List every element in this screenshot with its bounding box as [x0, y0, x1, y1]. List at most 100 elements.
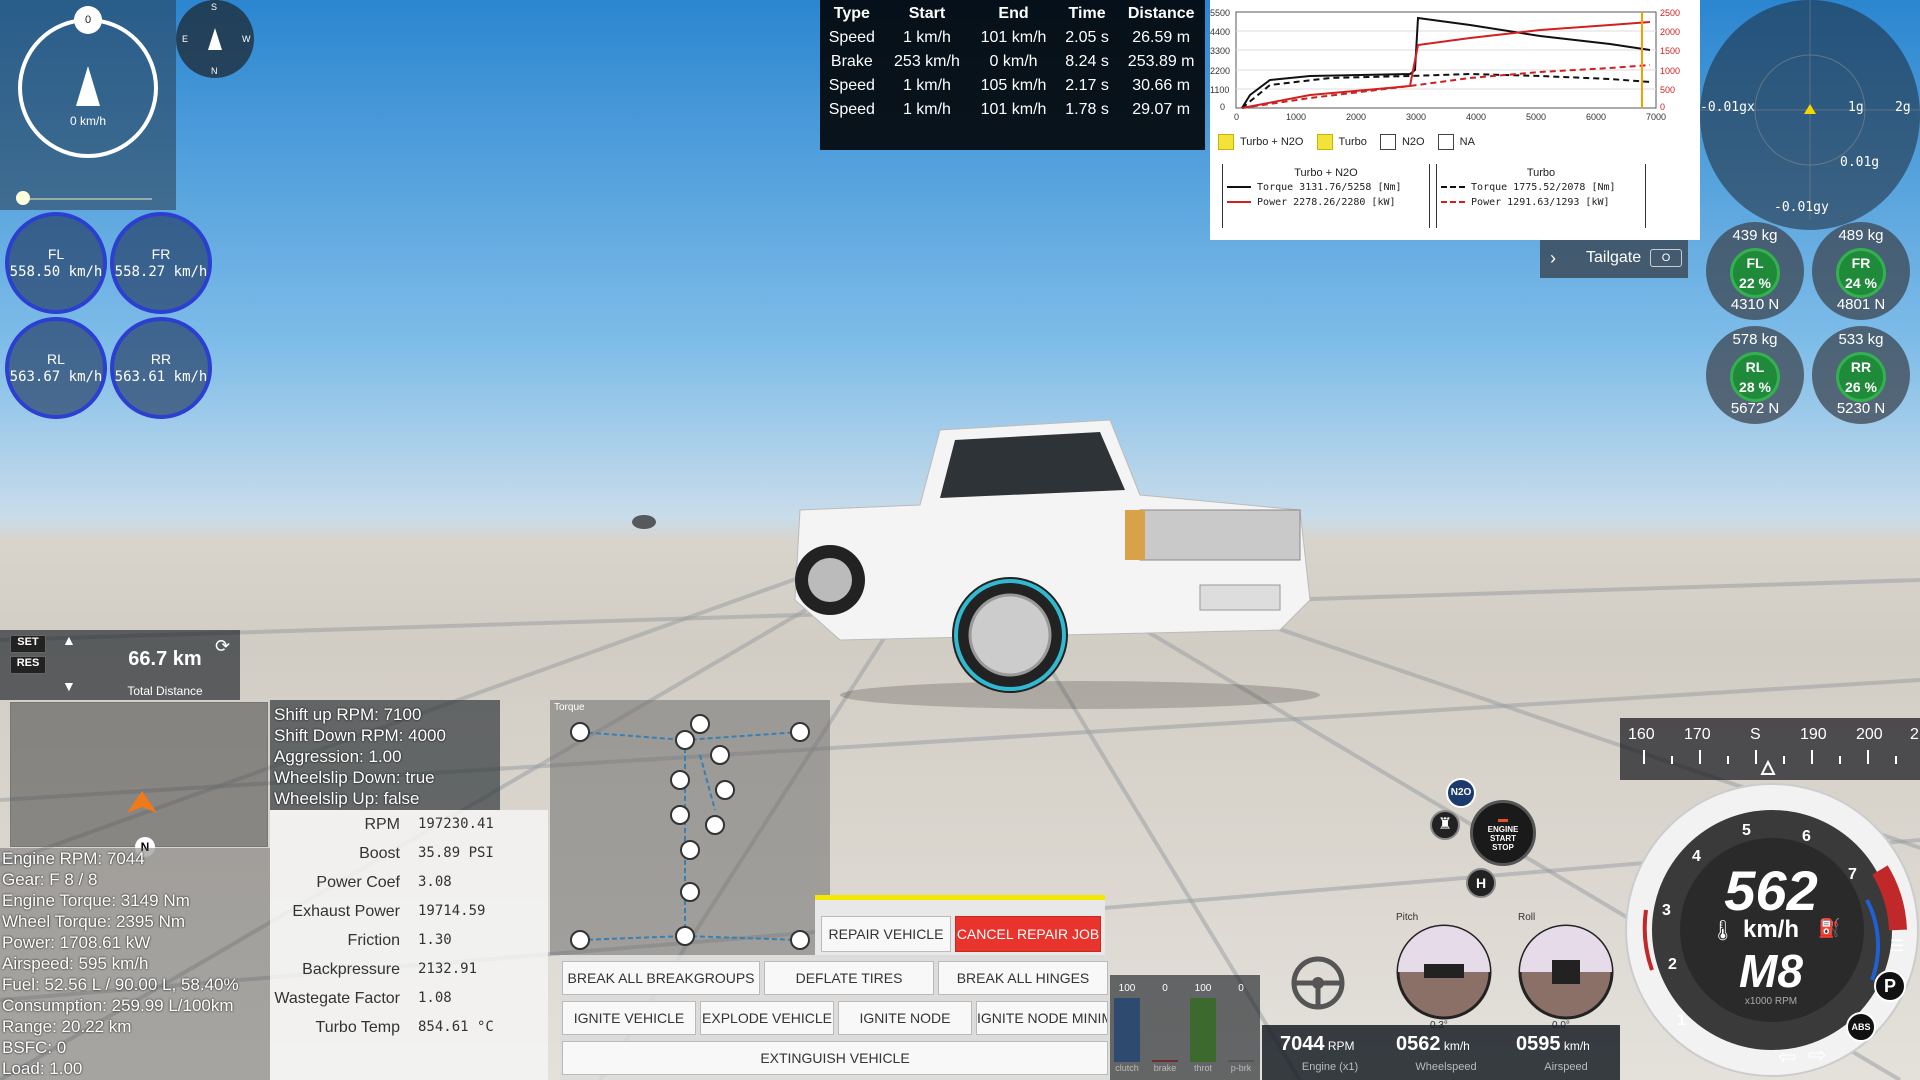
- extinguish-vehicle-button[interactable]: EXTINGUISH VEHICLE: [562, 1041, 1108, 1075]
- tailgate-button[interactable]: › Tailgate O: [1540, 240, 1688, 278]
- turbo-node-icon: [710, 745, 730, 765]
- tire-mass: 439 kg: [1732, 227, 1778, 244]
- chevron-right-icon: ›: [1550, 248, 1556, 268]
- engine-start-stop-button[interactable]: ENGINE START STOP: [1470, 800, 1536, 866]
- heading-tick: 170: [1684, 726, 1711, 743]
- wheel-node-icon: [790, 722, 810, 742]
- cell: 2.17 s: [1065, 77, 1109, 94]
- arrow-down-icon[interactable]: ▼: [62, 678, 76, 694]
- tire-load-rr: 533 kg RR 26 % 5230 N: [1812, 326, 1910, 424]
- airspeed-readout: 0595 km/h: [1516, 1033, 1590, 1055]
- diff-node-icon: [675, 730, 695, 750]
- speedometer-cluster: 1 2 3 4 5 6 7 562 km/h M8 x1000 RPM 🌡 ⛽ …: [1622, 780, 1920, 1080]
- table-row: Brake 253 km/h 0 km/h 8.24 s 253.89 m: [820, 50, 1205, 74]
- x-tick: 7000: [1646, 112, 1666, 122]
- g-force-meter: -0.01gx 1g 2g 0.01g -0.01gy: [1700, 0, 1920, 230]
- ignite-node-minimal-button[interactable]: IGNITE NODE MINIM: [976, 1001, 1108, 1035]
- wheelspeed-readout: 0562 km/h: [1396, 1033, 1470, 1055]
- table-row: Backpressure 2132.91: [302, 961, 478, 978]
- zoom-slider-track[interactable]: [20, 198, 152, 200]
- x-tick: 5000: [1526, 112, 1546, 122]
- y2-tick: 2500: [1660, 8, 1680, 18]
- handbrake-icon[interactable]: H: [1466, 868, 1496, 898]
- x-tick: 6000: [1586, 112, 1606, 122]
- wheel-speed: 558.27 km/h: [114, 264, 208, 280]
- toggle-na[interactable]: NA: [1437, 134, 1475, 150]
- cell: 105 km/h: [980, 77, 1047, 94]
- cruise-set-button[interactable]: SET: [10, 635, 46, 653]
- cell: 1 km/h: [902, 77, 951, 94]
- info-line: BSFC: 0: [2, 1038, 67, 1057]
- engine-button-line: STOP: [1492, 843, 1514, 852]
- g-2g: 2g: [1895, 100, 1911, 115]
- cell: 2.05 s: [1065, 29, 1109, 46]
- pedal-label: throt: [1193, 1063, 1212, 1073]
- cruise-odometer-panel: SET RES ▲ ▼ 66.7 km Total Distance ⟳: [0, 630, 240, 700]
- col-start: Start: [908, 5, 946, 22]
- checkbox-icon: [1379, 134, 1396, 150]
- col-time: Time: [1068, 5, 1106, 22]
- table-row: Turbo Temp 854.61 °C: [315, 1019, 494, 1036]
- tire-force: 4801 N: [1836, 296, 1886, 313]
- fuel-pump-icon: ⛽: [1818, 918, 1841, 938]
- explode-vehicle-button[interactable]: EXPLODE VEHICLE: [700, 1001, 834, 1035]
- tire-load-fl: 439 kg FL 22 % 4310 N: [1706, 222, 1804, 320]
- minimap[interactable]: N: [10, 702, 268, 857]
- info-line: Engine Torque: 3149 Nm: [2, 891, 190, 910]
- gear-shift-icon[interactable]: ♜: [1430, 810, 1460, 840]
- cell: 29.07 m: [1132, 101, 1191, 118]
- drag-timing-table: Type Start End Time Distance Speed 1 km/h…: [820, 0, 1205, 150]
- ignite-vehicle-button[interactable]: IGNITE VEHICLE: [562, 1001, 696, 1035]
- break-hinges-button[interactable]: BREAK ALL HINGES: [938, 961, 1108, 995]
- cancel-repair-button[interactable]: CANCEL REPAIR JOB: [955, 916, 1101, 952]
- info-line: Range: 20.22 km: [2, 1017, 132, 1036]
- deflate-tires-button[interactable]: DEFLATE TIRES: [764, 961, 934, 995]
- mini-compass-n: N: [211, 66, 218, 76]
- y-tick: 1100: [1210, 85, 1229, 95]
- keybind-badge: O: [1650, 249, 1682, 267]
- zoom-slider-handle[interactable]: [16, 191, 30, 205]
- info-line: Shift Down RPM: 4000: [274, 726, 446, 745]
- wheel-dial-rr: RR 563.61 km/h: [110, 317, 212, 419]
- ignite-node-button[interactable]: IGNITE NODE: [838, 1001, 972, 1035]
- checkbox-checked-icon: [1316, 134, 1333, 150]
- clutch-node-icon: [670, 770, 690, 790]
- toggle-label: N2O: [1401, 135, 1425, 148]
- mini-compass: S E W N: [176, 0, 254, 78]
- player-arrow-icon: [127, 791, 157, 813]
- wheel-dial-fl: FL 558.50 km/h: [5, 212, 107, 314]
- diff-node-icon: [675, 926, 695, 946]
- airspeed-label: Airspeed: [1544, 1061, 1588, 1073]
- table-row: Exhaust Power 19714.59: [292, 903, 486, 920]
- legend-torque: Torque 1775.52/2078 [Nm]: [1437, 182, 1645, 193]
- roll-gauge: [1518, 924, 1614, 1020]
- cell: 8.24 s: [1065, 53, 1109, 70]
- repair-vehicle-button[interactable]: REPAIR VEHICLE: [821, 916, 951, 952]
- cell: 1 km/h: [902, 101, 951, 118]
- tire-load-badge: RR 26 %: [1836, 352, 1886, 402]
- heading-knob[interactable]: 0: [74, 6, 102, 34]
- cell: 0 km/h: [989, 53, 1038, 70]
- rpm-label: Engine (x1): [1301, 1061, 1359, 1073]
- steering-wheel-icon: [1291, 956, 1345, 1010]
- x-tick: 3000: [1406, 112, 1426, 122]
- mini-compass-e: E: [182, 34, 189, 44]
- toggle-turbo-n2o[interactable]: Turbo + N2O: [1218, 134, 1303, 150]
- heading-pointer-icon: [1760, 759, 1776, 775]
- nitrous-button[interactable]: N2O: [1446, 778, 1476, 808]
- tire-mass: 578 kg: [1732, 331, 1778, 348]
- heading-tick: S: [1750, 726, 1761, 743]
- x-tick: 1000: [1286, 112, 1306, 122]
- throttle-pedal-bar: [1190, 998, 1216, 1062]
- reset-icon[interactable]: ⟳: [215, 636, 230, 657]
- heading-tick: 160: [1628, 726, 1655, 743]
- cell: 253.89 m: [1127, 53, 1195, 70]
- toggle-n2o[interactable]: N2O: [1379, 134, 1425, 150]
- table-row: RPM 197230.41: [364, 816, 494, 833]
- break-breakgroups-button[interactable]: BREAK ALL BREAKGROUPS: [562, 961, 760, 995]
- cruise-resume-button[interactable]: RES: [10, 656, 46, 674]
- arrow-up-icon[interactable]: ▲: [62, 632, 76, 648]
- pitch-gauge: [1396, 924, 1492, 1020]
- cell: 26.59 m: [1132, 29, 1191, 46]
- toggle-turbo[interactable]: Turbo: [1316, 134, 1367, 150]
